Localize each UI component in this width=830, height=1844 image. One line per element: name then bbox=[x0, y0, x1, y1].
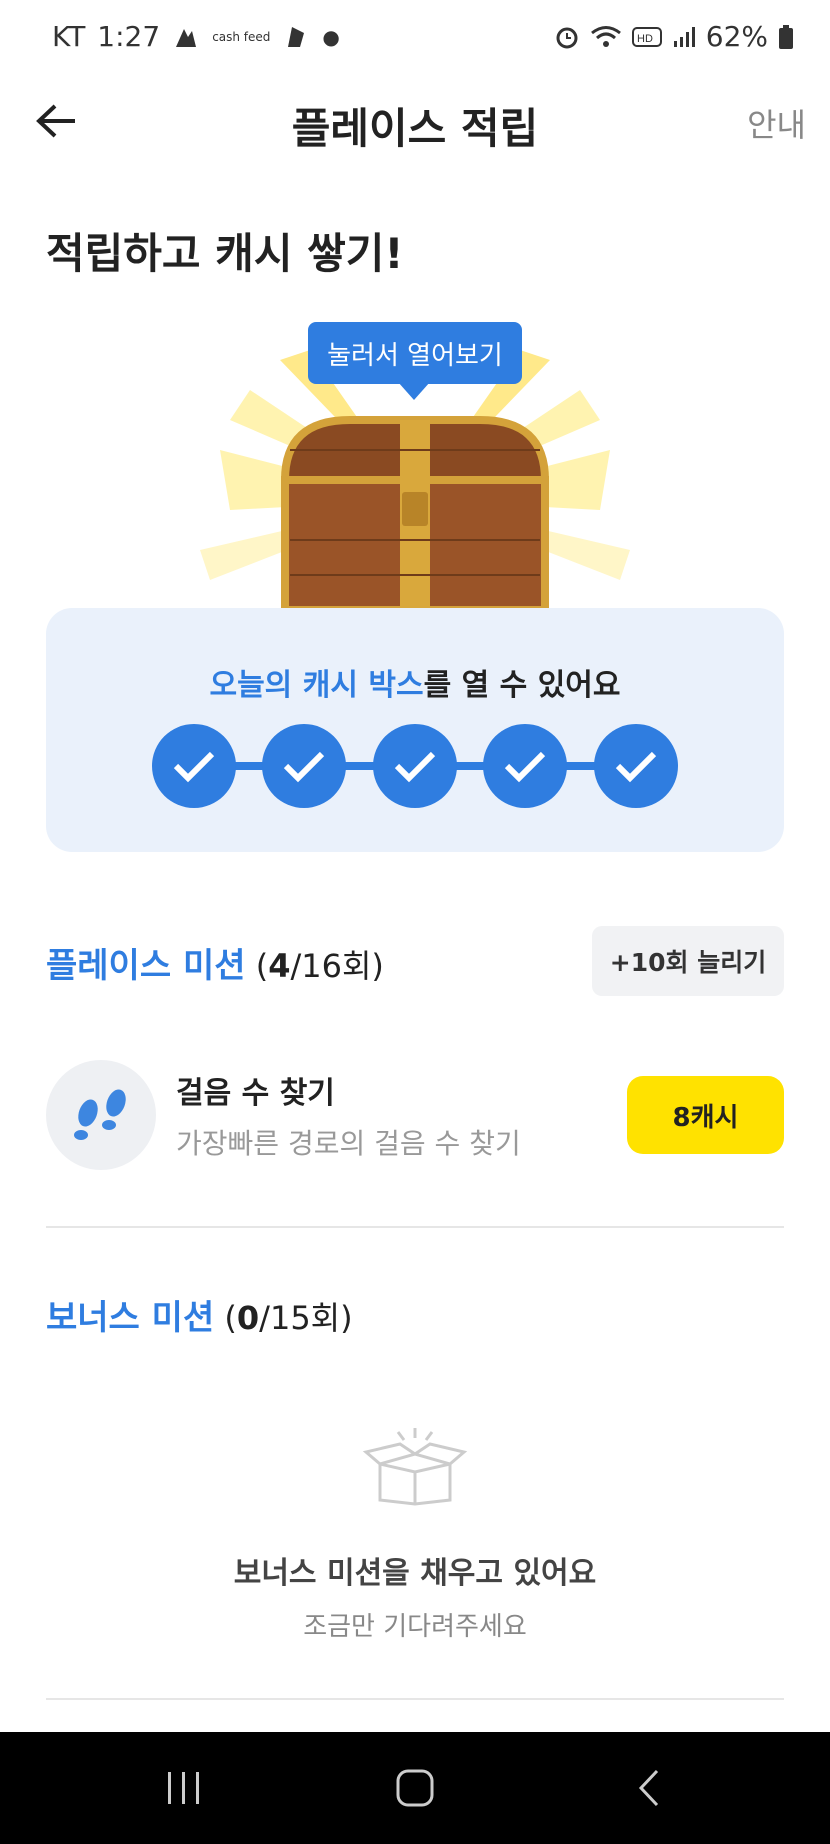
recent-apps-button[interactable] bbox=[124, 1732, 244, 1844]
step-4-complete bbox=[483, 724, 567, 808]
mission-reward-button[interactable]: 8캐시 bbox=[627, 1076, 784, 1154]
home-icon bbox=[396, 1769, 434, 1807]
open-chest-tooltip[interactable]: 눌러서 열어보기 bbox=[308, 322, 522, 384]
progress-message: 오늘의 캐시 박스를 열 수 있어요 bbox=[46, 660, 784, 704]
step-2-complete bbox=[262, 724, 346, 808]
mission-icon-circle bbox=[46, 1060, 156, 1170]
footprints-icon bbox=[74, 1089, 126, 1140]
signal-icon bbox=[673, 26, 695, 47]
divider bbox=[46, 1226, 784, 1228]
status-left: KT 1:27 cash feed ● bbox=[52, 20, 340, 53]
time-label: 1:27 bbox=[97, 20, 161, 53]
mission-description: 가장빠른 경로의 걸음 수 찾기 bbox=[176, 1127, 521, 1160]
check-icon bbox=[504, 751, 546, 783]
place-mission-heading: 플레이스 미션 (4/16회) bbox=[46, 938, 384, 987]
bonus-empty-title: 보너스 미션을 채우고 있어요 bbox=[233, 1556, 597, 1591]
system-back-button[interactable] bbox=[590, 1732, 710, 1844]
headline: 적립하고 캐시 쌓기! bbox=[46, 229, 404, 278]
check-icon bbox=[283, 751, 325, 783]
notification-dot-icon: ● bbox=[322, 24, 340, 49]
battery-icon bbox=[779, 24, 793, 49]
extend-missions-button[interactable]: +10회 늘리기 bbox=[592, 926, 784, 996]
check-icon bbox=[173, 751, 215, 783]
chevron-left-icon bbox=[638, 1769, 659, 1807]
step-3-complete bbox=[373, 724, 457, 808]
status-bar: KT 1:27 cash feed ● HD 62% bbox=[0, 0, 830, 75]
page-title: 플레이스 적립 bbox=[291, 104, 539, 153]
alarm-icon bbox=[556, 27, 578, 48]
carrier-label: KT bbox=[52, 20, 86, 53]
progress-steps bbox=[152, 724, 678, 808]
place-mission-title: 플레이스 미션 bbox=[46, 946, 246, 986]
wifi-icon bbox=[590, 25, 621, 47]
recent-apps-icon bbox=[168, 1772, 199, 1804]
tooltip-tail bbox=[398, 382, 430, 400]
step-1-complete bbox=[152, 724, 236, 808]
bonus-empty-subtitle: 조금만 기다려주세요 bbox=[303, 1612, 527, 1642]
battery-label: 62% bbox=[705, 20, 768, 53]
bonus-mission-count: (0/15회) bbox=[214, 1299, 353, 1337]
progress-rest: 를 열 수 있어요 bbox=[423, 668, 621, 703]
system-navigation-bar bbox=[0, 1732, 830, 1844]
step-5-complete bbox=[594, 724, 678, 808]
check-icon bbox=[394, 751, 436, 783]
check-icon bbox=[615, 751, 657, 783]
divider bbox=[46, 1698, 784, 1700]
bonus-mission-title: 보너스 미션 bbox=[46, 1298, 215, 1338]
cash-box-progress-card: 오늘의 캐시 박스를 열 수 있어요 bbox=[46, 608, 784, 852]
guide-button[interactable]: 안내 bbox=[747, 100, 806, 146]
progress-highlight: 오늘의 캐시 박스 bbox=[209, 668, 424, 703]
notification-shoe-icon bbox=[288, 26, 305, 47]
mission-title: 걸음 수 찾기 bbox=[176, 1076, 335, 1111]
status-right: HD 62% bbox=[554, 20, 794, 53]
bonus-mission-heading: 보너스 미션 (0/15회) bbox=[46, 1290, 353, 1339]
svg-text:HD: HD bbox=[637, 33, 653, 45]
empty-box-icon bbox=[362, 1428, 468, 1506]
home-button[interactable] bbox=[355, 1732, 475, 1844]
cash-feed-badge: cash feed bbox=[212, 29, 271, 44]
hd-icon: HD bbox=[631, 26, 662, 47]
notification-app-icon bbox=[176, 28, 197, 47]
place-mission-count: (4/16회) bbox=[245, 947, 384, 985]
